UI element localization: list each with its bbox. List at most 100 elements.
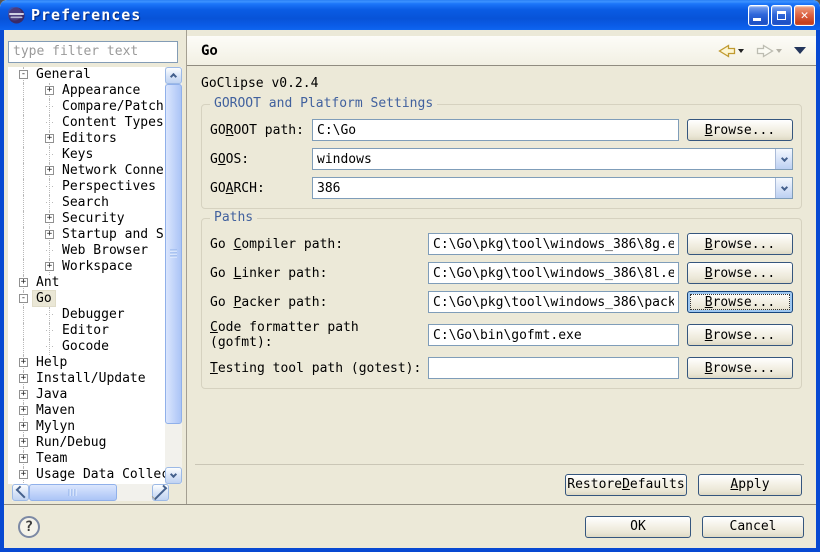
tree-item[interactable]: - General: [8, 67, 165, 83]
restore-defaults-button[interactable]: Restore Defaults: [565, 474, 687, 496]
tree-expander-icon[interactable]: -: [19, 294, 28, 303]
horizontal-scroll-thumb[interactable]: [29, 484, 117, 501]
browse-button[interactable]: Browse...: [687, 324, 793, 346]
close-button[interactable]: ✕: [794, 5, 815, 26]
tree-expander-icon[interactable]: +: [45, 230, 54, 239]
tree-item[interactable]: + Mylyn: [8, 419, 165, 435]
tree-item[interactable]: Keys: [8, 147, 165, 163]
tree-item-label[interactable]: Keys: [59, 147, 96, 162]
titlebar[interactable]: Preferences ✕: [0, 0, 820, 30]
tree-item[interactable]: + Team: [8, 451, 165, 467]
scroll-up-button[interactable]: [165, 67, 182, 84]
tree-item-label[interactable]: Web Browser: [59, 243, 151, 258]
tree-item-label[interactable]: Run/Debug: [33, 435, 109, 450]
browse-button[interactable]: Browse...: [687, 262, 793, 284]
filter-input[interactable]: [8, 41, 178, 63]
combo-dropdown-button[interactable]: [775, 178, 792, 198]
tree-expander-icon[interactable]: +: [45, 166, 54, 175]
goroot-path-input[interactable]: [312, 119, 679, 141]
tree-item[interactable]: + Usage Data Collect: [8, 467, 165, 483]
tree-expander-icon[interactable]: -: [19, 70, 28, 79]
tree-expander-icon[interactable]: [45, 198, 54, 207]
tree-expander-icon[interactable]: [45, 342, 54, 351]
scroll-left-button[interactable]: [12, 484, 29, 501]
tree-item-label[interactable]: Network Connect: [59, 163, 165, 178]
tree-item-label[interactable]: Workspace: [59, 259, 135, 274]
tree-item-label[interactable]: Appearance: [59, 83, 143, 98]
path-input[interactable]: [428, 357, 679, 379]
vertical-scroll-thumb[interactable]: [165, 84, 182, 424]
tree-item[interactable]: + Security: [8, 211, 165, 227]
tree-item[interactable]: + Install/Update: [8, 371, 165, 387]
goos-combobox[interactable]: windows: [312, 148, 793, 170]
browse-button[interactable]: Browse...: [687, 233, 793, 255]
tree-item[interactable]: Content Types: [8, 115, 165, 131]
tree-item[interactable]: Gocode: [8, 339, 165, 355]
tree-expander-icon[interactable]: +: [19, 470, 28, 479]
path-input[interactable]: [428, 233, 679, 255]
forward-button[interactable]: [754, 42, 784, 60]
view-menu-icon[interactable]: [794, 47, 806, 54]
path-input[interactable]: [428, 324, 679, 346]
tree-item-label[interactable]: Mylyn: [33, 419, 78, 434]
tree-item-label[interactable]: Compare/Patch: [59, 99, 165, 114]
tree-item[interactable]: Debugger: [8, 307, 165, 323]
browse-button[interactable]: Browse...: [687, 291, 793, 313]
tree-item-label[interactable]: Security: [59, 211, 128, 226]
combo-dropdown-button[interactable]: [775, 149, 792, 169]
tree-item-label[interactable]: Startup and Shu: [59, 227, 165, 242]
goarch-combobox[interactable]: 386: [312, 177, 793, 199]
tree-expander-icon[interactable]: [45, 246, 54, 255]
tree-expander-icon[interactable]: [45, 150, 54, 159]
tree-item[interactable]: + Editors: [8, 131, 165, 147]
ok-button[interactable]: OK: [585, 516, 691, 538]
tree-item[interactable]: Editor: [8, 323, 165, 339]
tree-item-label[interactable]: Debugger: [59, 307, 128, 322]
tree-item-label[interactable]: Maven: [33, 403, 78, 418]
back-button[interactable]: [716, 42, 746, 60]
tree-item[interactable]: + Maven: [8, 403, 165, 419]
tree-item[interactable]: + Ant: [8, 275, 165, 291]
tree-expander-icon[interactable]: +: [45, 86, 54, 95]
tree-item-label[interactable]: General: [33, 67, 94, 82]
tree-item-label[interactable]: Editors: [59, 131, 120, 146]
tree-expander-icon[interactable]: +: [19, 358, 28, 367]
tree-item-label[interactable]: Perspectives: [59, 179, 159, 194]
path-input[interactable]: [428, 291, 679, 313]
tree-item[interactable]: + Java: [8, 387, 165, 403]
help-button[interactable]: ?: [18, 516, 40, 538]
tree-expander-icon[interactable]: +: [19, 454, 28, 463]
tree-item[interactable]: + Network Connect: [8, 163, 165, 179]
tree-item[interactable]: + Run/Debug: [8, 435, 165, 451]
tree-expander-icon[interactable]: +: [45, 262, 54, 271]
tree-item[interactable]: Compare/Patch: [8, 99, 165, 115]
tree-expander-icon[interactable]: +: [19, 278, 28, 287]
scroll-down-button[interactable]: [165, 467, 182, 484]
tree-item[interactable]: + Workspace: [8, 259, 165, 275]
path-input[interactable]: [428, 262, 679, 284]
tree-item-label[interactable]: Install/Update: [33, 371, 149, 386]
tree-item[interactable]: + Help: [8, 355, 165, 371]
tree-item[interactable]: Perspectives: [8, 179, 165, 195]
tree-expander-icon[interactable]: +: [19, 406, 28, 415]
tree-item-label[interactable]: Go: [33, 291, 55, 306]
maximize-button[interactable]: [771, 5, 792, 26]
tree-expander-icon[interactable]: +: [19, 390, 28, 399]
tree-expander-icon[interactable]: +: [45, 134, 54, 143]
tree-expander-icon[interactable]: [45, 326, 54, 335]
tree-item[interactable]: Web Browser: [8, 243, 165, 259]
tree-expander-icon[interactable]: [45, 118, 54, 127]
tree-item[interactable]: + Startup and Shu: [8, 227, 165, 243]
apply-button[interactable]: Apply: [698, 474, 802, 496]
tree-item-label[interactable]: Java: [33, 387, 70, 402]
tree-expander-icon[interactable]: +: [19, 422, 28, 431]
tree-expander-icon[interactable]: [45, 182, 54, 191]
tree-item-label[interactable]: Gocode: [59, 339, 112, 354]
tree-item-label[interactable]: Content Types: [59, 115, 165, 130]
tree-expander-icon[interactable]: [45, 310, 54, 319]
tree-item-label[interactable]: Ant: [33, 275, 62, 290]
tree-vertical-scrollbar[interactable]: [165, 67, 182, 484]
scroll-right-button[interactable]: [152, 484, 169, 501]
tree-item-label[interactable]: Help: [33, 355, 70, 370]
tree-horizontal-scrollbar[interactable]: [12, 484, 169, 501]
